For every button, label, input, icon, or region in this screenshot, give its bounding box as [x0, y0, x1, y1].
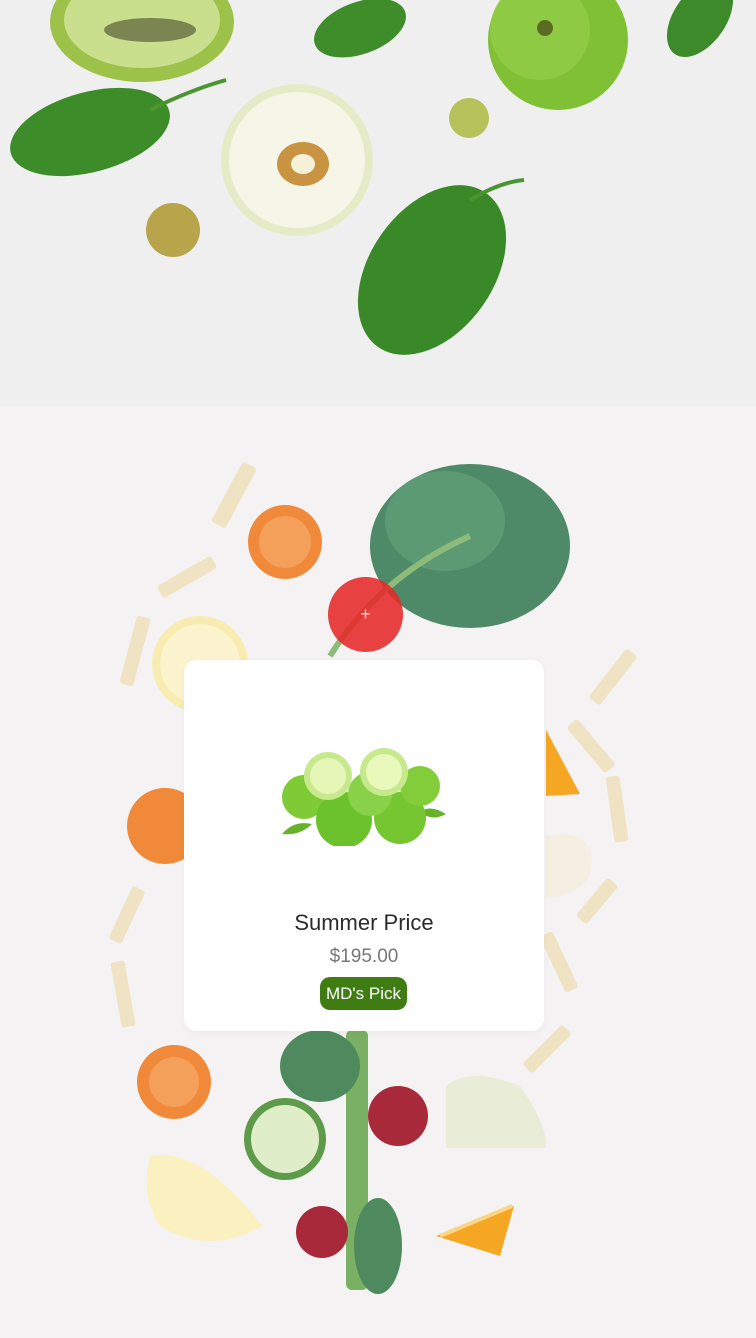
mds-pick-badge: MD's Pick	[320, 977, 407, 1010]
fruit-basil-illustration	[10, 0, 734, 355]
add-button[interactable]: +	[328, 577, 403, 652]
top-hero-image	[0, 0, 756, 406]
product-card[interactable]: Summer Price $195.00 MD's Pick	[184, 660, 544, 1031]
product-price: $195.00	[329, 946, 399, 967]
limes-image	[282, 748, 446, 846]
plus-icon: +	[360, 604, 371, 624]
product-title: Summer Price	[294, 910, 434, 935]
